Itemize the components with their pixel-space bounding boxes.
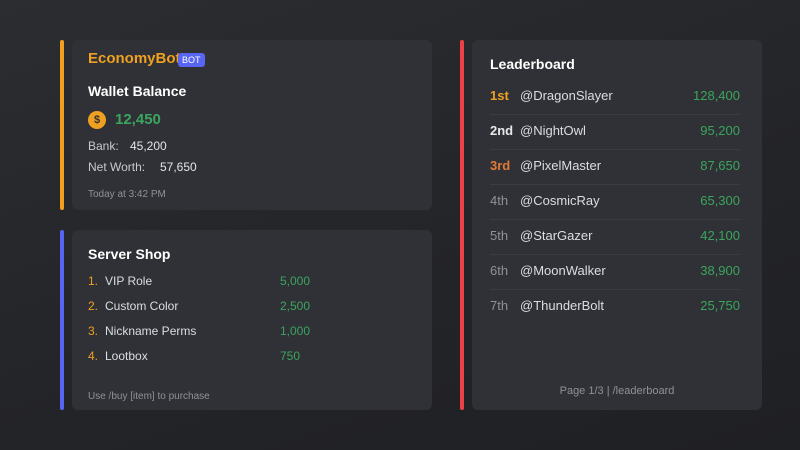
leaderboard-score: 87,650 [700,158,740,173]
leaderboard-rank: 5th [490,228,509,243]
shop-item-price: 1,000 [280,324,311,338]
leaderboard-score: 128,400 [693,88,740,103]
leaderboard-rank: 3rd [490,158,511,173]
leaderboard-embed: Leaderboard 1st @DragonSlayer 128,400 2n… [460,40,762,410]
leaderboard-user[interactable]: @PixelMaster [520,158,601,173]
wallet-embed: EconomyBot BOT Wallet Balance $ 12,450 B… [60,40,432,210]
networth-value: 57,650 [160,160,197,174]
shop-item-name: Lootbox [105,349,148,363]
wallet-title: Wallet Balance [88,83,187,99]
leaderboard-row: 1st @DragonSlayer 128,400 [490,80,740,115]
leaderboard-rank: 1st [490,88,509,103]
leaderboard-rank: 2nd [490,123,514,138]
leaderboard-user[interactable]: @StarGazer [520,228,592,243]
leaderboard-title: Leaderboard [490,56,575,72]
leaderboard-user[interactable]: @NightOwl [520,123,586,138]
shop-item-number: 2. [88,299,99,313]
leaderboard-row: 5th @StarGazer 42,100 [490,220,740,255]
wallet-timestamp: Today at 3:42 PM [88,189,166,200]
shop-item-name: VIP Role [105,274,153,288]
shop-item-number: 3. [88,324,99,338]
wallet-accent-bar [60,40,64,210]
leaderboard-user[interactable]: @DragonSlayer [520,88,613,103]
shop-item-number: 4. [88,349,99,363]
shop-item-price: 750 [280,349,301,363]
leaderboard-user[interactable]: @ThunderBolt [520,298,604,313]
shop-title: Server Shop [88,246,171,262]
leaderboard-score: 65,300 [700,193,740,208]
leaderboard-score: 42,100 [700,228,740,243]
leaderboard-accent-bar [460,40,464,410]
leaderboard-row: 4th @CosmicRay 65,300 [490,185,740,220]
bot-badge: BOT [178,53,205,67]
leaderboard-rank: 6th [490,263,509,278]
bank-value: 45,200 [130,139,167,153]
leaderboard-score: 25,750 [700,298,740,313]
shop-footer: Use /buy [item] to purchase [88,391,210,402]
leaderboard-rank: 7th [490,298,509,313]
leaderboard-rank: 4th [490,193,509,208]
leaderboard-row: 3rd @PixelMaster 87,650 [490,150,740,185]
shop-item-price: 2,500 [280,299,311,313]
shop-accent-bar [60,230,64,410]
bot-name[interactable]: EconomyBot [88,50,181,67]
shop-embed: Server Shop 1. VIP Role 5,000 2. Custom … [60,230,432,410]
coin-icon: $ [88,111,106,129]
leaderboard-score: 38,900 [700,263,740,278]
shop-item-number: 1. [88,274,99,288]
wallet-balance: 12,450 [115,111,161,128]
shop-item-name: Nickname Perms [105,324,197,338]
leaderboard-user[interactable]: @MoonWalker [520,263,606,278]
leaderboard-row: 6th @MoonWalker 38,900 [490,255,740,290]
shop-item-price: 5,000 [280,274,311,288]
leaderboard-footer: Page 1/3 | /leaderboard [559,385,675,397]
leaderboard-row: 7th @ThunderBolt 25,750 [490,290,740,325]
bank-label: Bank: [88,139,119,153]
leaderboard-user[interactable]: @CosmicRay [520,193,600,208]
leaderboard-row: 2nd @NightOwl 95,200 [490,115,740,150]
networth-label: Net Worth: [88,160,146,174]
shop-item-name: Custom Color [105,299,179,313]
leaderboard-score: 95,200 [700,123,740,138]
